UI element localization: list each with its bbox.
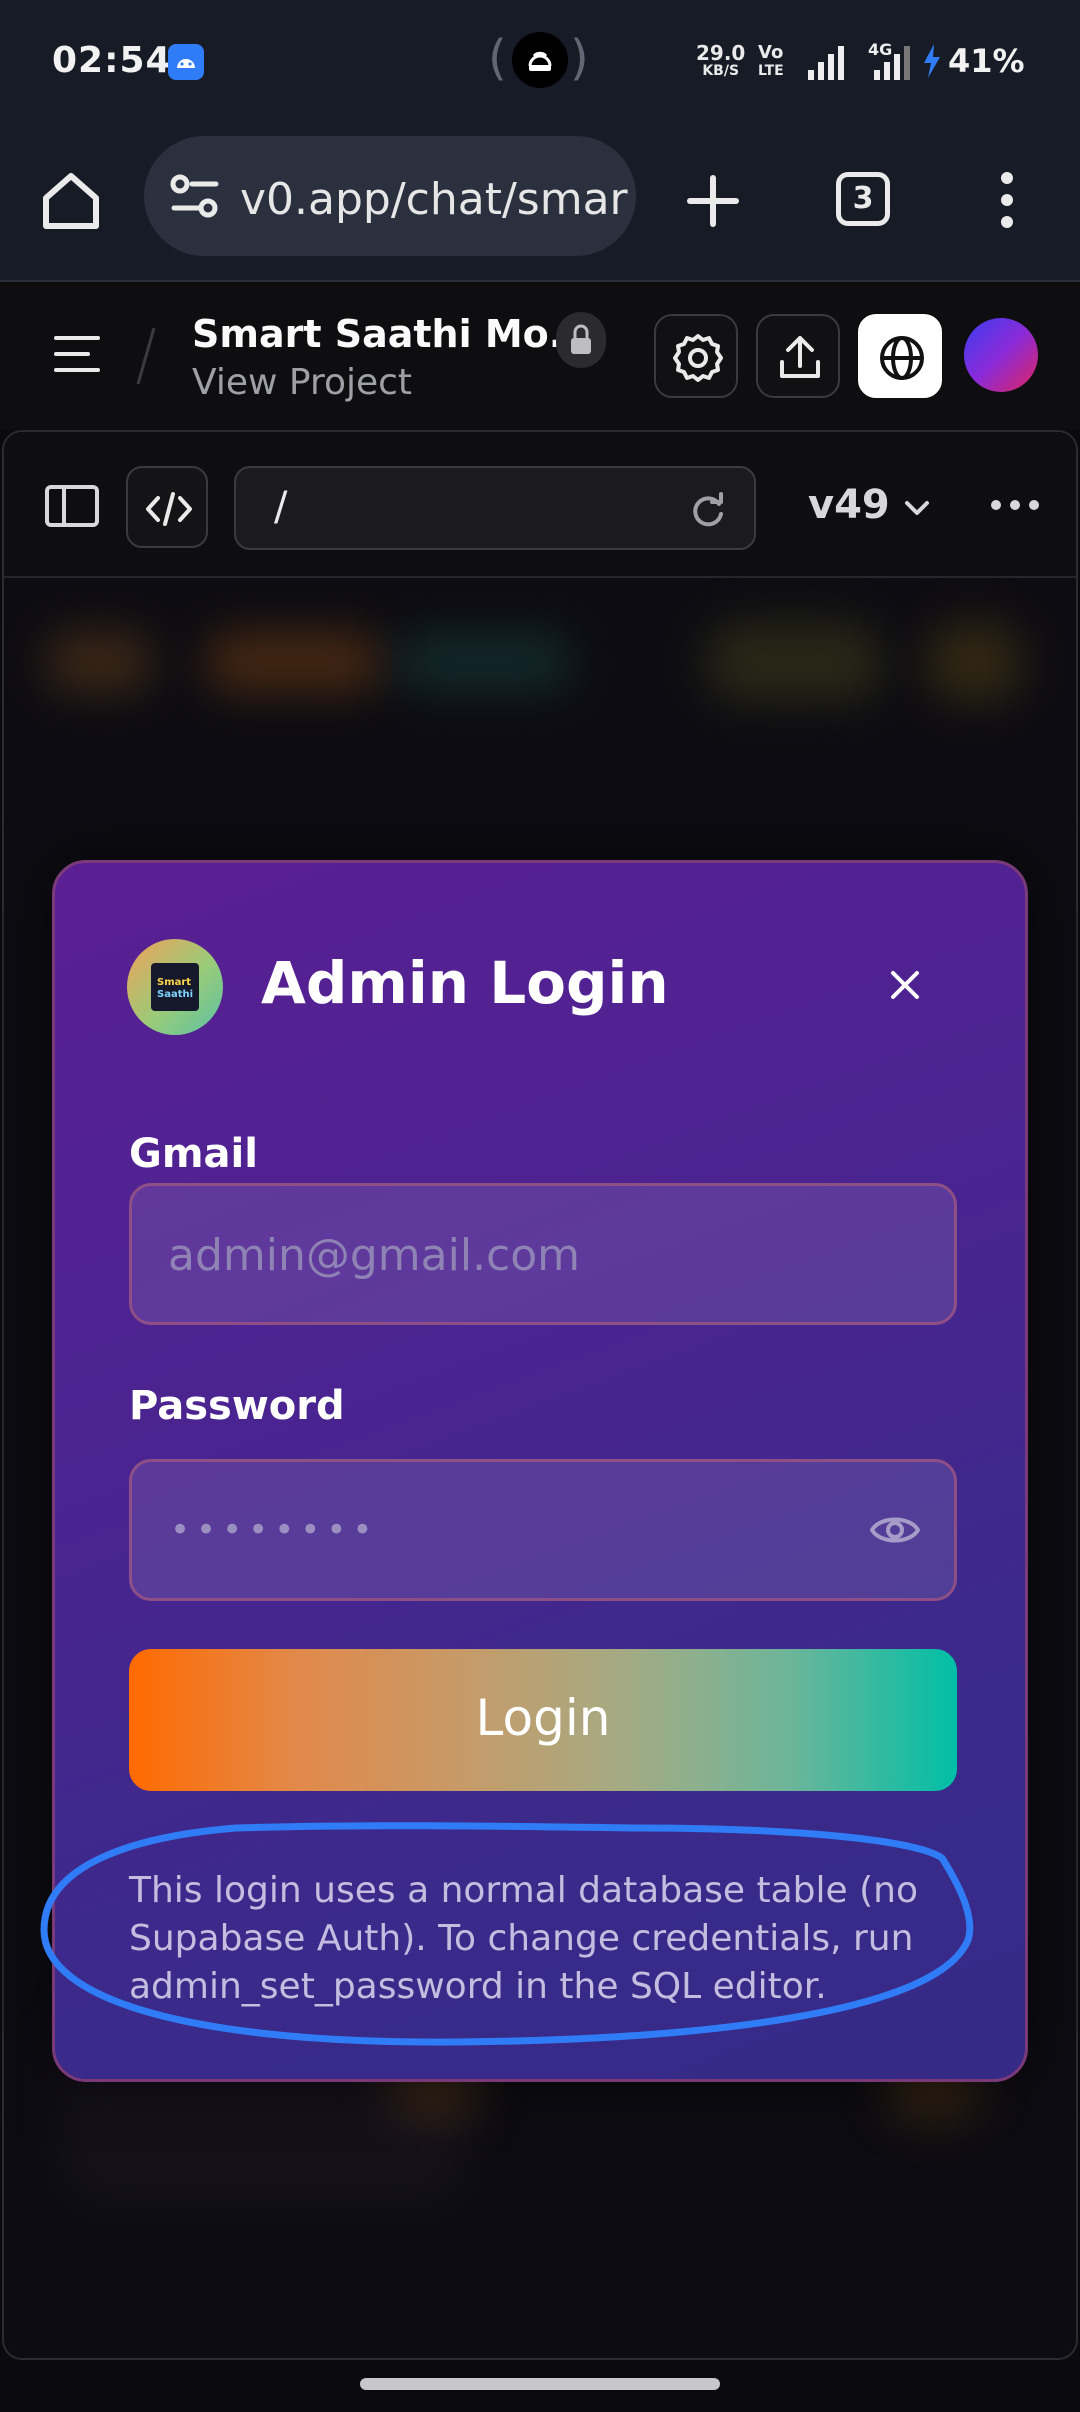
hotspot-icon	[512, 32, 568, 88]
globe-icon	[880, 336, 924, 380]
blurred-bg-element	[44, 632, 154, 692]
signal-icon	[808, 46, 844, 80]
site-settings-icon[interactable]	[170, 172, 220, 220]
camera-bracket-right: )	[570, 30, 589, 86]
sidebar-toggle-icon[interactable]	[44, 484, 100, 528]
gear-icon	[673, 334, 723, 382]
blurred-bg-element	[394, 632, 574, 692]
home-icon[interactable]	[38, 168, 104, 234]
logo-text-top: Smart	[157, 977, 192, 988]
more-options-icon[interactable]	[990, 498, 1040, 512]
camera-bracket-left: (	[488, 30, 507, 86]
address-bar[interactable]: v0.app/chat/smar	[144, 136, 636, 256]
publish-button[interactable]	[858, 314, 942, 398]
gesture-bar[interactable]	[360, 2378, 720, 2390]
new-tab-icon[interactable]	[686, 174, 740, 228]
volte-indicator: Vo LTE	[758, 44, 784, 80]
volte-top: Vo	[758, 42, 784, 63]
share-button[interactable]	[756, 314, 840, 398]
login-button[interactable]: Login	[129, 1649, 957, 1791]
status-time: 02:54	[52, 40, 172, 81]
tab-switcher-button[interactable]: 3	[836, 172, 890, 226]
charging-icon	[924, 44, 940, 78]
close-icon[interactable]	[875, 955, 935, 1015]
status-bar: 02:54 ( ) 29.0 KB/S Vo LTE 4G 41%	[0, 0, 1080, 120]
v0-header: Smart Saathi Mo... View Project	[0, 284, 1080, 430]
menu-icon[interactable]	[54, 334, 100, 374]
preview-toolbar: / v49	[4, 432, 1076, 578]
version-selector[interactable]: v49	[804, 466, 944, 550]
login-button-label: Login	[475, 1689, 611, 1747]
password-mask: ••••••••	[170, 1510, 379, 1550]
gmail-placeholder: admin@gmail.com	[168, 1230, 581, 1281]
blurred-bg-element	[704, 622, 884, 702]
logo-text-bottom: Saathi	[157, 989, 194, 1000]
browser-toolbar: v0.app/chat/smar 3	[0, 120, 1080, 282]
android-app-icon	[168, 44, 204, 80]
upload-icon	[780, 336, 820, 378]
view-project-link[interactable]: View Project	[192, 362, 412, 403]
annotation-circle	[40, 1822, 974, 2046]
chevron-down-icon	[905, 501, 929, 515]
signal-icon-2	[874, 46, 910, 80]
user-avatar[interactable]	[964, 318, 1038, 392]
code-icon	[146, 492, 192, 526]
preview-path-input[interactable]: /	[234, 466, 756, 550]
net-speed-value: 29.0	[696, 41, 746, 65]
gmail-label: Gmail	[129, 1131, 258, 1177]
gmail-field[interactable]: admin@gmail.com	[129, 1183, 957, 1325]
battery-level: 41%	[948, 42, 1025, 80]
code-view-button[interactable]	[126, 466, 208, 548]
lock-icon[interactable]	[556, 312, 606, 368]
browser-menu-icon[interactable]	[994, 168, 1020, 232]
refresh-icon[interactable]	[688, 490, 728, 530]
volte-bottom: LTE	[758, 63, 784, 79]
app-logo: Smart Saathi	[127, 939, 223, 1035]
password-label: Password	[129, 1383, 345, 1429]
password-field[interactable]: ••••••••	[129, 1459, 957, 1601]
preview-path: /	[274, 484, 288, 530]
blurred-bg-element	[924, 622, 1024, 702]
version-label: v49	[808, 482, 890, 528]
settings-button[interactable]	[654, 314, 738, 398]
url-text: v0.app/chat/smar	[240, 174, 628, 225]
net-speed: 29.0 KB/S	[696, 41, 746, 80]
project-title[interactable]: Smart Saathi Mo...	[192, 312, 592, 356]
breadcrumb-separator-icon	[136, 327, 156, 385]
modal-title: Admin Login	[261, 949, 669, 1017]
net-speed-unit: KB/S	[702, 63, 740, 79]
eye-icon[interactable]	[868, 1506, 922, 1554]
blurred-bg-element	[204, 632, 384, 692]
